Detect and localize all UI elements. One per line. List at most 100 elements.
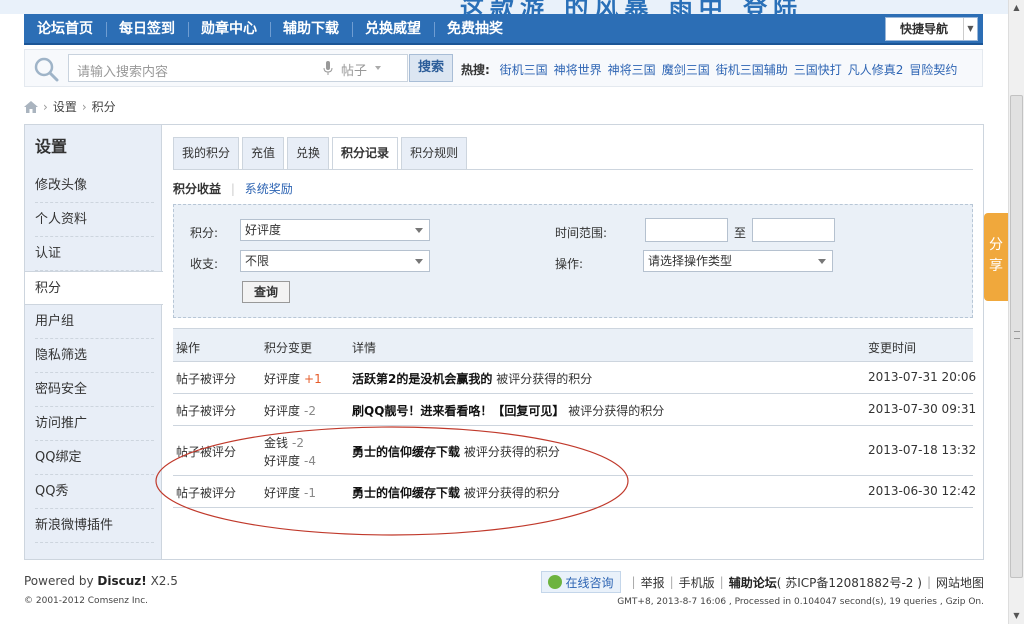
sidebar: 设置 修改头像 个人资料 认证 积分 用户组 隐私筛选 密码安全 访问推广 QQ绑定 QQ秀 新浪微…	[25, 125, 163, 559]
quick-nav-button[interactable]: 快捷导航 ▼	[885, 17, 978, 41]
row-detail: 勇士的信仰缓存下载 被评分获得的积分	[352, 484, 560, 501]
header-operation: 操作	[176, 341, 201, 355]
footer-links: 在线咨询 | 举报 | 手机版 | 辅助论坛 ( 苏ICP备12081882号-…	[540, 571, 984, 593]
io-select[interactable]: 不限	[240, 250, 430, 272]
footer-divider: |	[669, 575, 674, 589]
detail-desc: 被评分获得的积分	[568, 404, 665, 418]
sidebar-item-weibo[interactable]: 新浪微博插件	[25, 509, 162, 543]
post-title-link[interactable]: 勇士的信仰缓存下载	[352, 486, 460, 500]
mobile-link[interactable]: 手机版	[679, 574, 715, 591]
grip-icon	[1014, 331, 1020, 339]
sidebar-item-password[interactable]: 密码安全	[25, 373, 162, 407]
nav-items: 论坛首页 每日签到 勋章中心 辅助下载 兑换威望 免费抽奖	[24, 14, 516, 45]
hot-search-link[interactable]: 冒险契约	[909, 63, 957, 77]
breadcrumb-credits[interactable]: 积分	[92, 98, 116, 115]
footer-divider: |	[719, 575, 724, 589]
time-end-input[interactable]	[752, 218, 835, 242]
time-to-label: 至	[734, 226, 747, 240]
scroll-thumb[interactable]	[1010, 95, 1023, 578]
tab-exchange[interactable]: 兑换	[287, 137, 330, 169]
hot-search-link[interactable]: 三国快打	[794, 63, 842, 77]
hot-search-label: 热搜:	[461, 63, 490, 77]
nav-item-lottery[interactable]: 免费抽奖	[434, 14, 516, 45]
hot-search-link[interactable]: 魔剑三国	[662, 63, 710, 77]
vertical-scrollbar[interactable]: ▲ ▼	[1008, 0, 1024, 624]
search-bar: 请输入搜索内容 帖子 搜索 热搜: 街机三国 神将世界 神将三国 魔剑三国 街机三国辅助…	[24, 49, 983, 87]
nav-item-home[interactable]: 论坛首页	[24, 14, 106, 45]
sidebar-item-qq-show[interactable]: QQ秀	[25, 475, 162, 509]
main-nav: 论坛首页 每日签到 勋章中心 辅助下载 兑换威望 免费抽奖 快捷导航 ▼	[24, 14, 983, 45]
table-row: 帖子被评分 好评度 -2 刷QQ靓号！进来看看咯！【回复可见】 被评分获得的积分 201…	[173, 394, 976, 426]
sidebar-item-avatar[interactable]: 修改头像	[25, 169, 162, 203]
query-button[interactable]: 查询	[242, 281, 290, 303]
report-link[interactable]: 举报	[641, 574, 665, 591]
banner-text: 这款游 的风暴 雨中 登陆	[460, 0, 804, 14]
tab-recharge[interactable]: 充值	[242, 137, 285, 169]
credit-name: 金钱	[264, 436, 289, 450]
filter-form: 积分: 好评度 收支: 不限 查询 时间范围: 至 操作: 请选择操作类型	[173, 204, 973, 318]
scroll-down-icon[interactable]: ▼	[1009, 608, 1024, 624]
tab-credit-rules[interactable]: 积分规则	[401, 137, 468, 169]
nav-item-checkin[interactable]: 每日签到	[106, 14, 188, 45]
detail-desc: 被评分获得的积分	[463, 486, 560, 500]
header-change: 积分变更	[264, 341, 313, 355]
scroll-up-icon[interactable]: ▲	[1009, 0, 1024, 16]
share-button[interactable]: 分享	[984, 213, 1008, 301]
home-icon[interactable]	[24, 100, 38, 113]
detail-desc: 被评分获得的积分	[463, 445, 560, 459]
sidebar-item-credits[interactable]: 积分	[25, 271, 163, 305]
post-title-link[interactable]: 刷QQ靓号！进来看看咯！【回复可见】	[352, 404, 564, 418]
row-operation: 帖子被评分	[176, 486, 237, 500]
time-start-input[interactable]	[645, 218, 728, 242]
microphone-icon[interactable]	[323, 61, 333, 76]
header-detail: 详情	[352, 341, 377, 355]
hot-search-link[interactable]: 神将三国	[608, 63, 656, 77]
top-banner: 这款游 的风暴 雨中 登陆	[0, 0, 1008, 14]
sidebar-item-verify[interactable]: 认证	[25, 237, 162, 271]
sidebar-item-qq-bind[interactable]: QQ绑定	[25, 441, 162, 475]
nav-item-downloads[interactable]: 辅助下载	[270, 14, 352, 45]
credit-amount: -4	[304, 454, 316, 468]
hot-search-link[interactable]: 凡人修真2	[848, 63, 904, 77]
row-credit-change: 金钱 -2 好评度 -4	[264, 434, 316, 470]
credit-log-table: 操作 积分变更 详情 变更时间 帖子被评分 好评度 +1 活跃第2的是没机会赢我的 被…	[173, 328, 976, 508]
nav-item-exchange[interactable]: 兑换威望	[352, 14, 434, 45]
credit-name: 好评度	[264, 454, 301, 468]
search-category-select[interactable]: 帖子	[341, 60, 367, 79]
header-time: 变更时间	[868, 341, 917, 355]
sitemap-link[interactable]: 网站地图	[936, 574, 984, 591]
hot-search-link[interactable]: 神将世界	[554, 63, 602, 77]
row-detail: 勇士的信仰缓存下载 被评分获得的积分	[352, 443, 560, 460]
nav-item-medals[interactable]: 勋章中心	[188, 14, 270, 45]
operation-select[interactable]: 请选择操作类型	[643, 250, 833, 272]
subtab-divider: |	[230, 182, 235, 196]
sidebar-title: 设置	[35, 137, 68, 156]
subtab-income[interactable]: 积分收益	[173, 182, 221, 196]
sidebar-item-usergroup[interactable]: 用户组	[25, 305, 162, 339]
icp-link[interactable]: ( 苏ICP备12081882号-2 )	[777, 574, 922, 591]
chevron-down-icon: ▼	[963, 18, 977, 40]
search-input[interactable]: 请输入搜索内容 帖子	[68, 54, 408, 82]
credit-select[interactable]: 好评度	[240, 219, 430, 241]
post-title-link[interactable]: 活跃第2的是没机会赢我的	[352, 372, 492, 386]
search-button[interactable]: 搜索	[409, 54, 453, 82]
tab-my-credits[interactable]: 我的积分	[173, 137, 240, 169]
site-name-link[interactable]: 辅助论坛	[729, 574, 777, 591]
chevron-down-icon	[415, 228, 423, 233]
hot-search-link[interactable]: 街机三国辅助	[716, 63, 788, 77]
credit-amount: -2	[304, 404, 316, 418]
row-detail: 刷QQ靓号！进来看看咯！【回复可见】 被评分获得的积分	[352, 402, 664, 419]
online-consult-button[interactable]: 在线咨询	[540, 571, 621, 593]
hot-search-link[interactable]: 街机三国	[500, 63, 548, 77]
post-title-link[interactable]: 勇士的信仰缓存下载	[352, 445, 460, 459]
breadcrumb-settings[interactable]: 设置	[53, 98, 77, 115]
subtab-system-reward[interactable]: 系统奖励	[245, 182, 293, 196]
powered-brand[interactable]: Discuz!	[97, 574, 146, 588]
row-operation: 帖子被评分	[176, 372, 237, 386]
sidebar-item-promotion[interactable]: 访问推广	[25, 407, 162, 441]
sidebar-item-profile[interactable]: 个人资料	[25, 203, 162, 237]
online-consult-label: 在线咨询	[565, 575, 614, 590]
operation-select-value: 请选择操作类型	[648, 254, 733, 268]
tab-credit-log[interactable]: 积分记录	[332, 137, 399, 170]
sidebar-item-privacy[interactable]: 隐私筛选	[25, 339, 162, 373]
